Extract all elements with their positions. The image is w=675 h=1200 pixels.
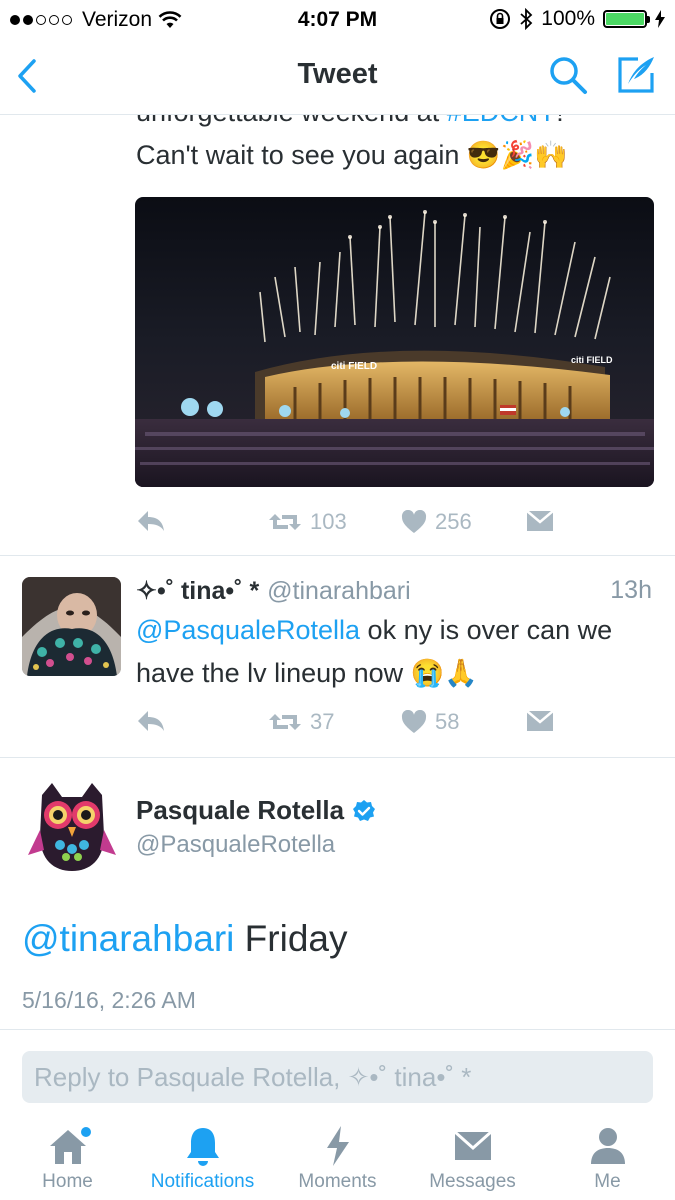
mention-link[interactable]: @PasqualeRotella (136, 615, 360, 645)
previous-tweet-text: unforgettable weekend at #EDCNY! Can't w… (136, 115, 656, 177)
status-right-group: 100% (489, 7, 665, 31)
tina-avatar-image (22, 577, 121, 676)
status-bar: Verizon 4:07 PM 100% (0, 0, 675, 38)
reply-box[interactable] (22, 1051, 653, 1103)
retweet-count: 37 (310, 709, 335, 734)
photo-sign-right: citi FIELD (571, 355, 613, 365)
previous-tweet-text-line2: Can't wait to see you again 😎🎉🙌 (136, 140, 568, 170)
previous-tweet-text-end: ! (556, 115, 564, 127)
battery-percent: 100% (541, 7, 595, 30)
divider (0, 555, 675, 556)
owl-avatar-image (22, 775, 122, 875)
avatar[interactable] (22, 577, 121, 676)
tab-home[interactable]: Home (0, 1112, 135, 1200)
charging-bolt-icon (655, 10, 665, 28)
tweet-date: 5/16/16, 2:26 AM (22, 987, 196, 1013)
stadium-fireworks-image: citi FIELD citi FIELD (135, 197, 654, 487)
retweet-icon (269, 514, 301, 530)
share-button[interactable] (526, 709, 554, 733)
envelope-icon (453, 1130, 492, 1160)
retweet-button[interactable]: 37 (268, 709, 334, 735)
avatar[interactable] (22, 775, 122, 875)
reply-author-handle[interactable]: @tinarahbari (267, 577, 411, 605)
retweet-count: 103 (310, 509, 347, 534)
lightning-bolt-icon (326, 1126, 349, 1166)
reply-author-name[interactable]: ✧•˚ tina•˚ * (136, 577, 259, 605)
previous-tweet-text-start: unforgettable weekend at (136, 115, 447, 127)
reply-tweet-header: ✧•˚ tina•˚ * @tinarahbari 13h (136, 576, 656, 606)
like-count: 58 (435, 709, 460, 734)
author-name-row: Pasquale Rotella (136, 795, 376, 826)
divider (0, 1029, 675, 1030)
retweet-icon (269, 714, 301, 730)
author-name[interactable]: Pasquale Rotella (136, 795, 344, 826)
tweet-text: @tinarahbari Friday (22, 918, 347, 960)
author-handle[interactable]: @PasqualeRotella (136, 831, 335, 859)
reply-tweet-actions: 37 58 (136, 709, 656, 745)
tab-home-label: Home (42, 1171, 93, 1192)
tab-moments-label: Moments (298, 1171, 377, 1192)
tab-messages-label: Messages (429, 1171, 516, 1192)
reply-input[interactable] (22, 1051, 653, 1103)
bell-icon (186, 1128, 219, 1166)
tab-notifications-label: Notifications (150, 1171, 255, 1192)
share-button[interactable] (526, 509, 554, 533)
tweet-body: Friday (234, 918, 348, 959)
mention-link[interactable]: @tinarahbari (22, 918, 234, 959)
reply-tweet-text: @PasqualeRotella ok ny is over can we ha… (136, 609, 636, 695)
reply-button[interactable] (136, 509, 166, 533)
direct-message-share-icon (526, 710, 554, 731)
previous-tweet-actions: 103 256 (136, 509, 656, 545)
divider (0, 757, 675, 758)
retweet-button[interactable]: 103 (268, 509, 347, 535)
like-button[interactable]: 256 (401, 509, 472, 535)
reply-button[interactable] (136, 709, 166, 733)
tab-me[interactable]: Me (540, 1112, 675, 1200)
tab-moments[interactable]: Moments (270, 1112, 405, 1200)
tab-messages[interactable]: Messages (405, 1112, 540, 1200)
heart-icon (401, 510, 427, 533)
nav-bar: Tweet (0, 38, 675, 115)
direct-message-share-icon (526, 510, 554, 531)
photo-sign-left: citi FIELD (331, 361, 377, 372)
bluetooth-icon (520, 8, 533, 30)
tab-notifications[interactable]: Notifications (135, 1112, 270, 1200)
verified-badge-icon (353, 799, 376, 821)
tab-me-label: Me (594, 1171, 621, 1192)
reply-timestamp: 13h (610, 576, 652, 604)
tweet-thread: unforgettable weekend at #EDCNY! Can't w… (0, 115, 675, 1030)
reply-icon (138, 711, 164, 731)
search-icon[interactable] (548, 55, 588, 95)
like-count: 256 (435, 509, 472, 534)
compose-tweet-icon[interactable] (614, 53, 658, 97)
heart-icon (401, 710, 427, 733)
battery-icon (603, 10, 650, 28)
like-button[interactable]: 58 (401, 709, 459, 735)
hashtag-link[interactable]: #EDCNY (447, 115, 557, 127)
reply-icon (138, 511, 164, 531)
orientation-lock-icon (490, 9, 511, 29)
home-icon (49, 1127, 91, 1164)
person-icon (590, 1128, 625, 1164)
tab-bar: Home Notifications Moments Messages Me (0, 1112, 675, 1200)
tweet-photo[interactable]: citi FIELD citi FIELD (135, 197, 654, 487)
